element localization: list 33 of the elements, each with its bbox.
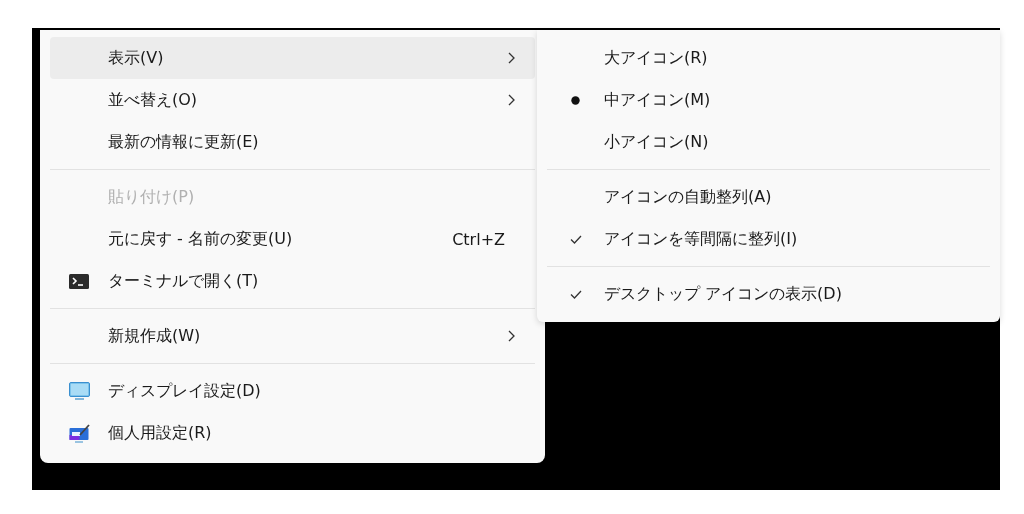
menu-item-label: 大アイコン(R) [604,47,708,69]
menu-item-label: 元に戻す - 名前の変更(U) [108,228,293,250]
menu-item-label: 表示(V) [108,47,164,69]
menu-item[interactable]: ターミナルで開く(T) [50,260,535,302]
menu-item-label: 小アイコン(N) [604,131,709,153]
menu-item-label: 中アイコン(M) [604,89,711,111]
menu-item[interactable]: 最新の情報に更新(E) [50,121,535,163]
brush-screen-icon [68,423,90,443]
menu-item[interactable]: 個人用設定(R) [50,412,535,454]
menu-item[interactable]: 並べ替え(O) [50,79,535,121]
menu-item-label: 個人用設定(R) [108,422,212,444]
menu-item[interactable]: 表示(V) [50,37,535,79]
menu-item-label: 並べ替え(O) [108,89,198,111]
menu-item[interactable]: 新規作成(W) [50,315,535,357]
menu-item[interactable]: アイコンを等間隔に整列(I) [547,218,990,260]
menu-item[interactable]: 中アイコン(M) [547,79,990,121]
menu-item-label: アイコンの自動整列(A) [604,186,772,208]
menu-item-label: 貼り付け(P) [108,186,195,208]
menu-item[interactable]: アイコンの自動整列(A) [547,176,990,218]
menu-item[interactable]: 大アイコン(R) [547,37,990,79]
terminal-icon [69,273,89,289]
shortcut-label: Ctrl+Z [452,229,505,249]
menu-item[interactable]: 小アイコン(N) [547,121,990,163]
menu-item[interactable]: 元に戻す - 名前の変更(U) Ctrl+Z [50,218,535,260]
menu-item-label: 新規作成(W) [108,325,201,347]
menu-item-label: ターミナルで開く(T) [108,270,259,292]
menu-item[interactable]: デスクトップ アイコンの表示(D) [547,273,990,315]
monitor-icon [68,382,90,400]
menu-item-label: ディスプレイ設定(D) [108,380,261,402]
menu-item-label: デスクトップ アイコンの表示(D) [604,283,842,305]
menu-item[interactable]: ディスプレイ設定(D) [50,370,535,412]
menu-item-label: アイコンを等間隔に整列(I) [604,228,798,250]
menu-item-label: 最新の情報に更新(E) [108,131,259,153]
